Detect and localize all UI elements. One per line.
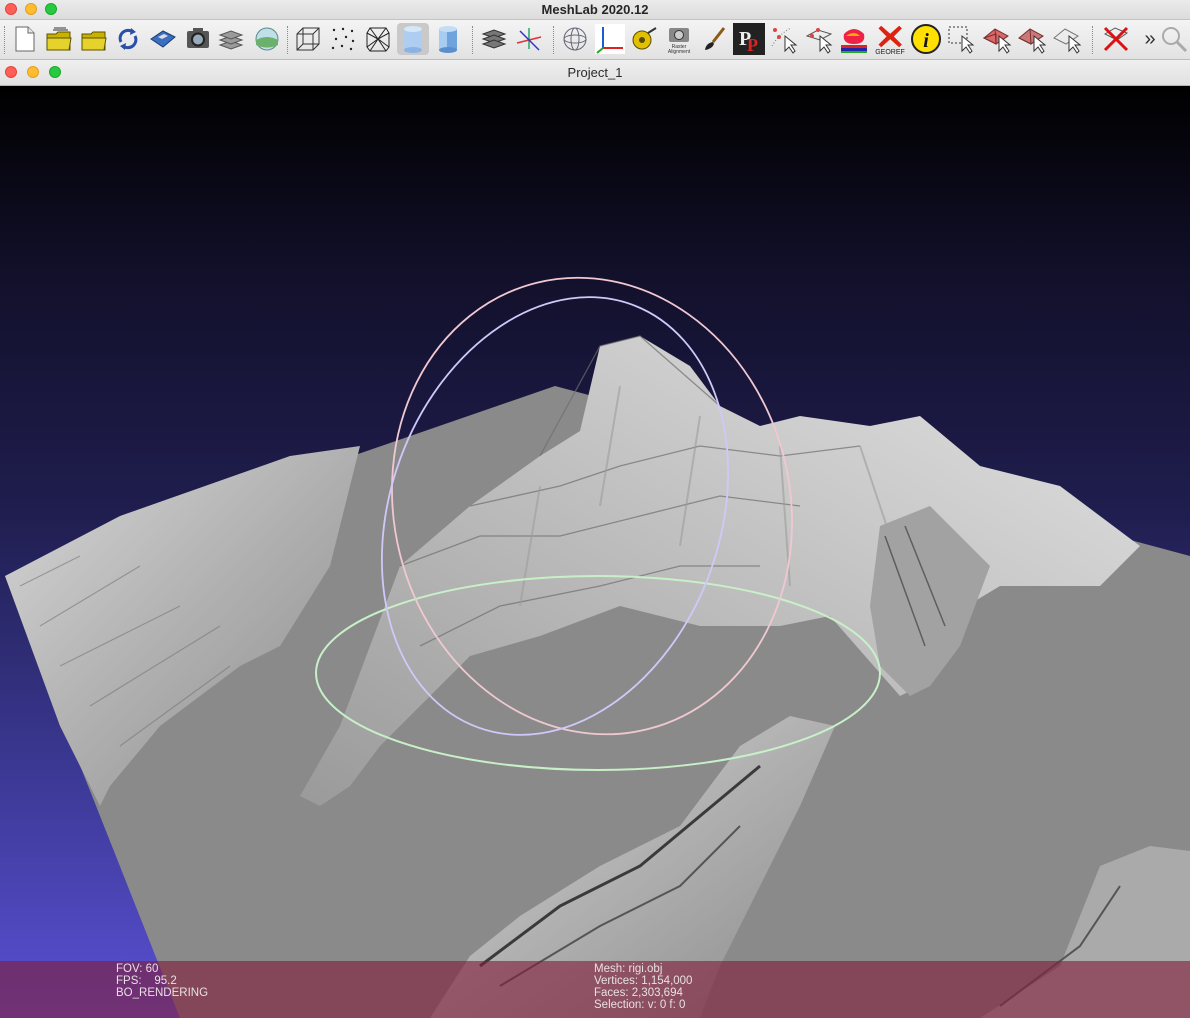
svg-text:P: P — [747, 35, 758, 55]
bounding-box-icon — [296, 27, 320, 51]
select-vertex-button[interactable] — [768, 23, 800, 55]
svg-text:i: i — [923, 30, 929, 52]
new-project-button[interactable] — [8, 23, 40, 55]
3d-viewport[interactable]: FOV: 60 FPS: 95.2 BO_RENDERING Mesh: rig… — [0, 86, 1190, 1018]
open-project-icon — [81, 31, 107, 51]
reload-icon — [118, 28, 138, 50]
select-cone-icon — [1018, 28, 1046, 54]
quality-mapper-icon — [841, 29, 867, 53]
trackball-button[interactable] — [559, 23, 591, 55]
layers-button[interactable] — [215, 23, 247, 55]
axis-button[interactable] — [513, 23, 545, 55]
select-vertex-icon — [771, 27, 798, 54]
select-cone-button[interactable] — [1015, 23, 1047, 55]
toolbar-separator — [1092, 26, 1094, 54]
main-toolbar: Raster Alignment PP GEOREF i » — [0, 20, 1190, 60]
open-project-button[interactable] — [78, 23, 110, 55]
toolbar-grip[interactable] — [4, 26, 6, 54]
render-mode-readout: BO_RENDERING — [116, 987, 209, 999]
paint-icon — [705, 27, 726, 50]
wireframe-button[interactable] — [362, 23, 394, 55]
select-faces-button[interactable] — [945, 23, 977, 55]
axis-icon — [516, 28, 542, 51]
open-layer-icon — [46, 27, 72, 51]
globe-view-button[interactable] — [251, 23, 283, 55]
reload-button[interactable] — [112, 23, 144, 55]
trackball-icon — [563, 27, 587, 51]
fps-readout: FPS: 95.2 — [116, 975, 177, 987]
quality-mapper-button[interactable] — [838, 23, 870, 55]
raster-alignment-button[interactable]: Raster Alignment — [663, 23, 695, 55]
select-connected-button[interactable] — [803, 23, 835, 55]
title-bar: MeshLab 2020.12 — [0, 0, 1190, 20]
save-button[interactable] — [147, 23, 179, 55]
wireframe-icon — [366, 27, 390, 52]
select-faces-icon — [948, 26, 975, 54]
save-icon — [150, 30, 176, 48]
delete-selection-button[interactable] — [1100, 23, 1132, 55]
points-button[interactable] — [327, 23, 359, 55]
paint-button[interactable] — [698, 23, 730, 55]
terrain-render — [5, 276, 1190, 1018]
selection-readout: Selection: v: 0 f: 0 — [594, 999, 686, 1011]
fov-readout: FOV: 60 — [116, 963, 159, 975]
document-title-bar: Project_1 — [0, 60, 1190, 86]
faces-readout: Faces: 2,303,694 — [594, 987, 683, 999]
toolbar-separator — [472, 26, 474, 54]
toolbar-separator — [287, 26, 289, 54]
app-title: MeshLab 2020.12 — [541, 2, 649, 17]
document-title: Project_1 — [567, 65, 623, 80]
delete-selection-icon — [1103, 26, 1129, 52]
flat-shading-button[interactable] — [397, 23, 429, 55]
smooth-shading-icon — [439, 26, 457, 53]
mesh-name-readout: Mesh: rigi.obj — [594, 963, 663, 975]
light-button[interactable] — [478, 23, 510, 55]
snapshot-icon — [187, 28, 209, 48]
new-project-icon — [15, 26, 35, 52]
pick-points-button[interactable]: PP — [733, 23, 765, 55]
layers-icon — [218, 30, 244, 50]
info-overlay: FOV: 60 FPS: 95.2 BO_RENDERING Mesh: rig… — [0, 961, 1190, 1018]
svg-text:Alignment: Alignment — [668, 49, 691, 54]
align-axis-icon — [595, 24, 625, 54]
bounding-box-button[interactable] — [292, 23, 324, 55]
raster-alignment-icon: RasterAlignment — [668, 28, 691, 54]
toolbar-separator — [553, 26, 555, 54]
pick-points-icon: PP — [733, 23, 765, 55]
vertices-readout: Vertices: 1,154,000 — [594, 975, 693, 987]
select-none-icon — [1053, 28, 1081, 54]
info-icon: i — [911, 24, 941, 54]
select-region-icon — [982, 28, 1011, 54]
measure-icon — [632, 27, 657, 50]
search-icon — [1162, 27, 1188, 53]
flat-shading-icon — [404, 26, 422, 53]
search-button[interactable] — [1158, 23, 1190, 55]
georef-button[interactable]: GEOREF — [874, 23, 906, 55]
select-region-button[interactable] — [980, 23, 1012, 55]
globe-view-icon — [255, 27, 279, 51]
info-button[interactable]: i — [910, 23, 942, 55]
snapshot-button[interactable] — [182, 23, 214, 55]
smooth-shading-button[interactable] — [432, 23, 464, 55]
svg-text:GEOREF: GEOREF — [875, 49, 905, 55]
points-icon — [331, 27, 355, 51]
georef-icon: GEOREF — [875, 25, 905, 55]
light-icon — [481, 29, 507, 49]
align-axis-button[interactable] — [594, 23, 626, 55]
import-mesh-button[interactable] — [43, 23, 75, 55]
select-none-button[interactable] — [1050, 23, 1082, 55]
select-connected-icon — [805, 28, 833, 54]
measure-button[interactable] — [628, 23, 660, 55]
